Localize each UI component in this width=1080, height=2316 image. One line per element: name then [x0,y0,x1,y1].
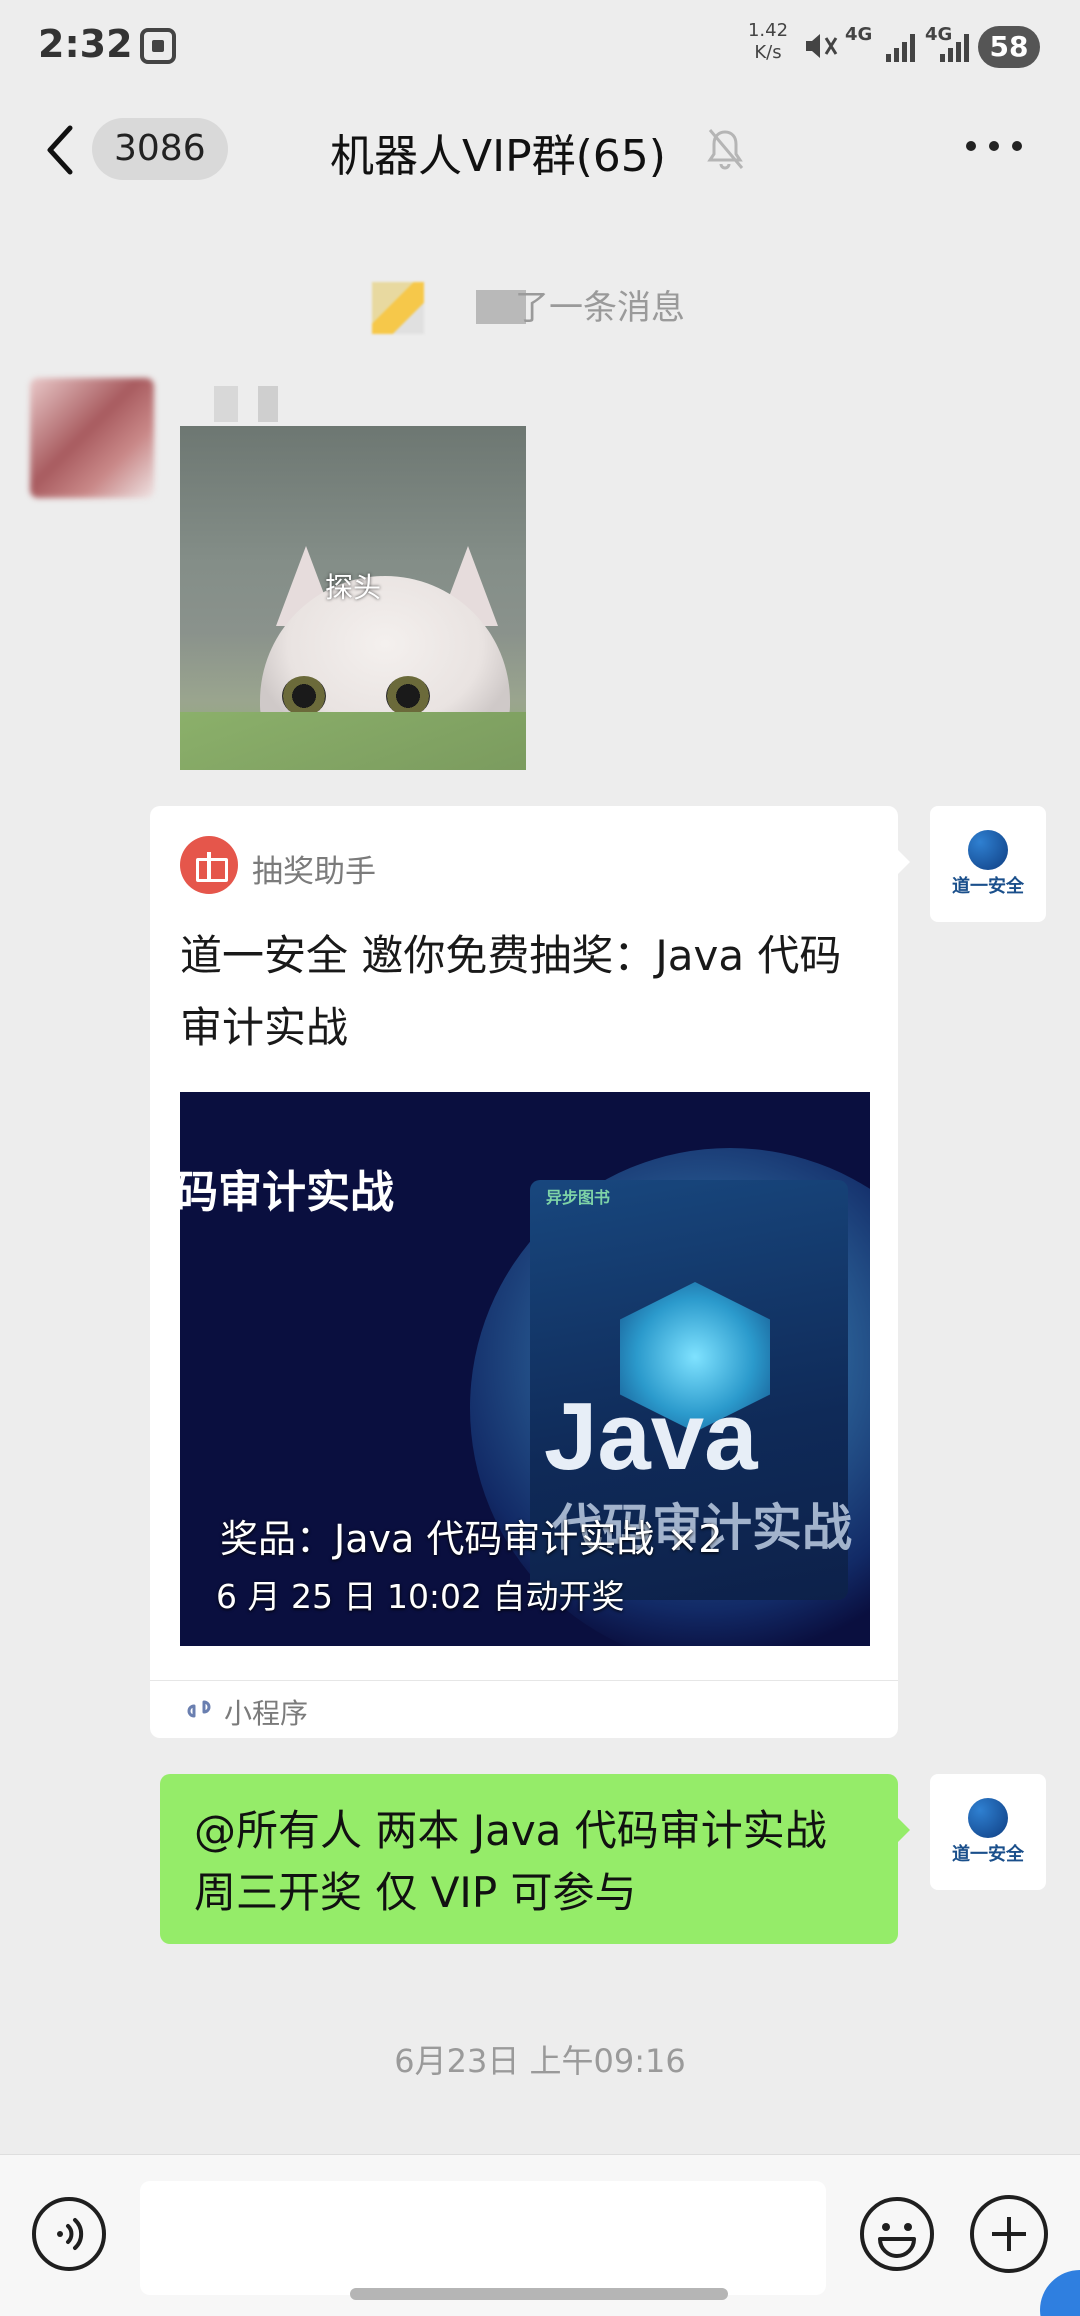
my-avatar[interactable]: 道一安全 [930,806,1046,922]
status-time: 2:32 [38,22,133,66]
signal-icon [886,32,915,62]
unread-count-badge[interactable]: 3086 [92,118,228,180]
book-title-en: Java [544,1383,758,1490]
avatar-org-name: 道一安全 [952,1844,1024,1865]
book-brand: 异步图书 [546,1188,611,1207]
network-speed-unit: K/s [754,42,782,63]
message-timestamp: 6月23日 上午09:16 [394,2042,686,2080]
avatar-org-name: 道一安全 [952,876,1024,897]
signal-icon [940,32,969,62]
mini-program-label: 小程序 [224,1697,309,1730]
voice-icon[interactable] [30,2195,108,2273]
blanket [180,712,526,770]
chat-title[interactable]: 机器人VIP群(65) [330,120,666,184]
card-title: 道一安全 邀你免费抽奖：Java 代码审计实战 [180,931,842,1052]
sender-name [214,386,294,422]
sender-avatar[interactable] [30,378,154,498]
status-bar: 2:32 1.42 K/s 4G 4G 58 [0,0,1080,96]
mini-program-icon [187,1700,211,1718]
network-type-1: 4G [845,24,873,45]
mini-program-card[interactable]: 抽奖助手 道一安全 邀你免费抽奖：Java 代码审计实战 异步图书 码审计实战 … [150,806,910,1738]
network-speed: 1.42 K/s [740,20,796,64]
mini-program-name: 抽奖助手 [252,854,376,890]
cat-eye [386,676,430,716]
sticker-image[interactable]: 探头 [180,426,526,770]
battery-indicator: 58 [978,26,1040,68]
back-arrow-icon[interactable] [40,120,80,180]
my-avatar[interactable]: 道一安全 [930,1774,1046,1890]
system-message-text: 了一条消息 [515,288,685,328]
draw-time: 6 月 25 日 10:02 自动开奖 [216,1577,625,1616]
card-divider [150,1680,898,1681]
network-speed-value: 1.42 [747,20,789,41]
chat-header: 3086 机器人VIP群(65) [0,96,1080,216]
gift-icon [180,836,238,894]
sent-message-bubble[interactable]: @所有人 两本 Java 代码审计实战 周三开奖 仅 VIP 可参与 [160,1774,910,1944]
plus-icon[interactable] [970,2195,1048,2273]
emoji-icon[interactable] [858,2195,936,2273]
more-icon[interactable] [966,134,1022,158]
bell-off-icon [707,129,744,170]
logo-icon [968,830,1008,870]
system-message: 了一条消息 [0,280,1080,329]
sticker-caption: 探头 [324,571,381,604]
card-cover-image: 异步图书 码审计实战 Java 代码审计实战 奖品：Java 代码审计实战 ×2… [180,1092,870,1646]
mute-icon [806,34,838,58]
home-indicator[interactable] [350,2288,728,2300]
prize-text: 奖品：Java 代码审计实战 ×2 [220,1517,723,1561]
logo-icon [968,1798,1008,1838]
screenshot-icon [140,28,176,64]
cover-headline: 码审计实战 [180,1167,394,1218]
cat-eye [282,676,326,716]
message-input[interactable] [140,2181,826,2295]
